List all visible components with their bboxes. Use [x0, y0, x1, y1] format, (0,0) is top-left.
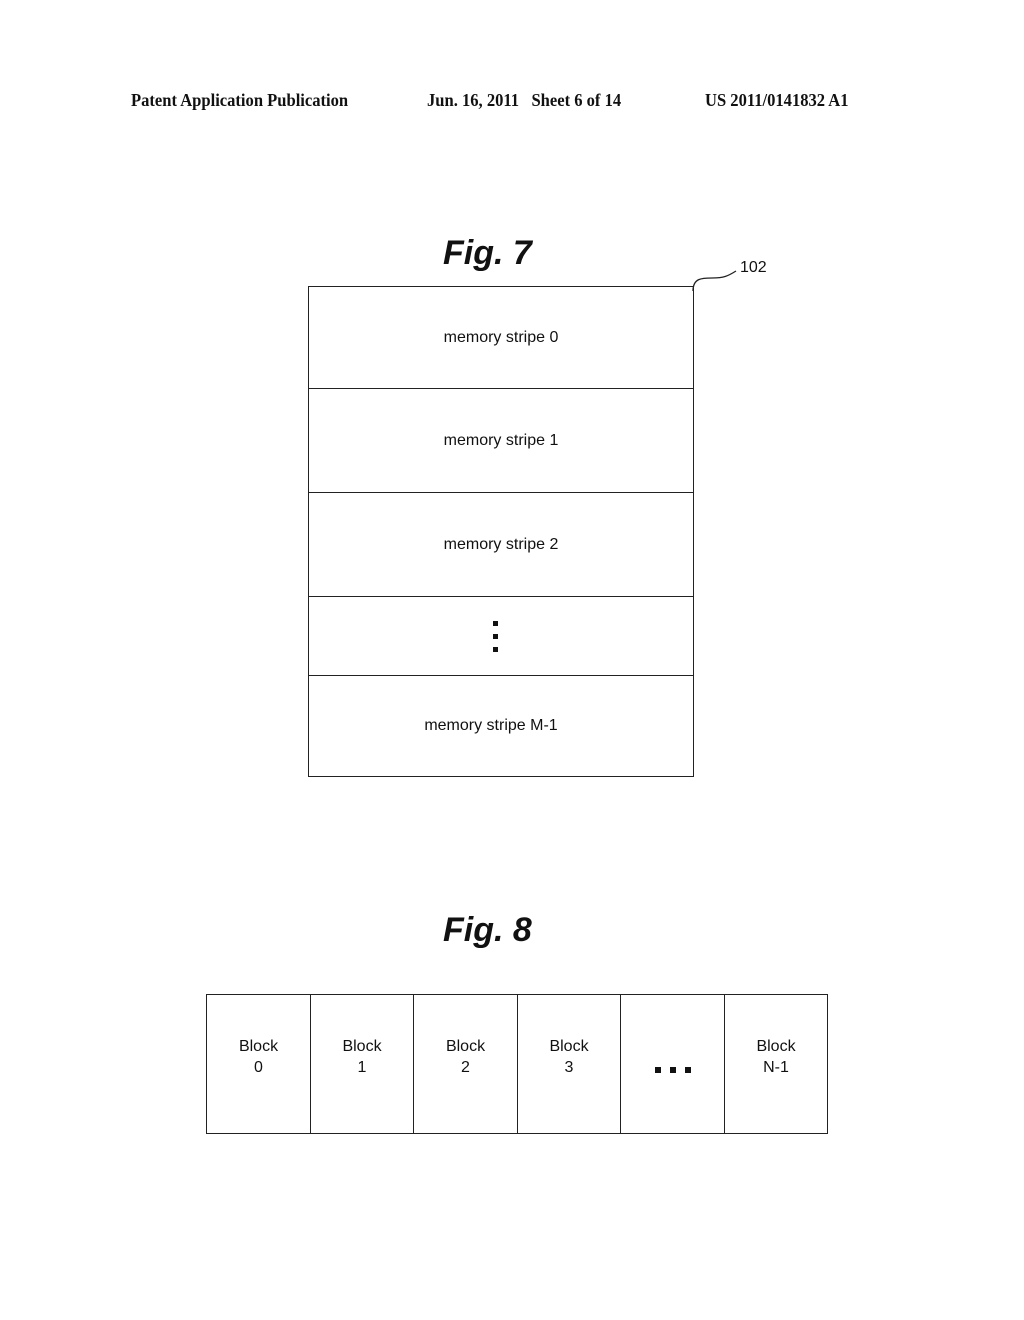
block-label: Block	[238, 1038, 279, 1055]
memory-stripe-label: memory stripe 2	[443, 535, 559, 553]
vertical-ellipsis-icon	[492, 620, 498, 652]
header-patent-number: US 2011/0141832 A1	[705, 90, 849, 110]
memory-stripe: memory stripe 0	[309, 287, 693, 389]
memory-stripe-label: memory stripe 1	[443, 431, 559, 449]
block-ellipsis	[621, 995, 725, 1133]
block: Block 3	[518, 995, 621, 1133]
block: Block 2	[414, 995, 518, 1133]
memory-stripe: memory stripe 1	[309, 389, 693, 493]
fig7-reference-number: 102	[740, 259, 767, 276]
header-publication: Patent Application Publication	[131, 90, 349, 110]
block-label: Block	[342, 1038, 382, 1055]
block: Block 1	[311, 995, 414, 1133]
horizontal-ellipsis-icon	[654, 1067, 691, 1073]
header-date-sheet: Jun. 16, 2011 Sheet 6 of 14	[427, 90, 622, 110]
memory-stripe: memory stripe 2	[309, 493, 693, 597]
block: Block 0	[207, 995, 311, 1133]
memory-stripe: memory stripe M-1	[309, 676, 693, 776]
block-index: N-1	[763, 1059, 789, 1076]
memory-stripe-label: memory stripe 0	[443, 328, 559, 346]
memory-stripe-stack: memory stripe 0 memory stripe 1 memory s…	[308, 286, 694, 777]
block-index: 0	[254, 1059, 263, 1076]
block-label: Block	[756, 1038, 796, 1055]
block-row: Block 0 Block 1 Block 2 Block 3 Block N-…	[206, 994, 828, 1134]
reference-leader-line	[692, 270, 737, 292]
block-index: 2	[461, 1059, 470, 1076]
block: Block N-1	[725, 995, 828, 1133]
block-index: 1	[357, 1059, 367, 1076]
fig7-title: Fig. 7	[443, 234, 532, 272]
block-index: 3	[564, 1059, 574, 1076]
block-label: Block	[549, 1038, 589, 1055]
memory-stripe-ellipsis	[309, 597, 693, 676]
memory-stripe-label: memory stripe M-1	[424, 717, 558, 734]
fig8-title: Fig. 8	[443, 911, 532, 949]
block-label: Block	[445, 1038, 486, 1055]
